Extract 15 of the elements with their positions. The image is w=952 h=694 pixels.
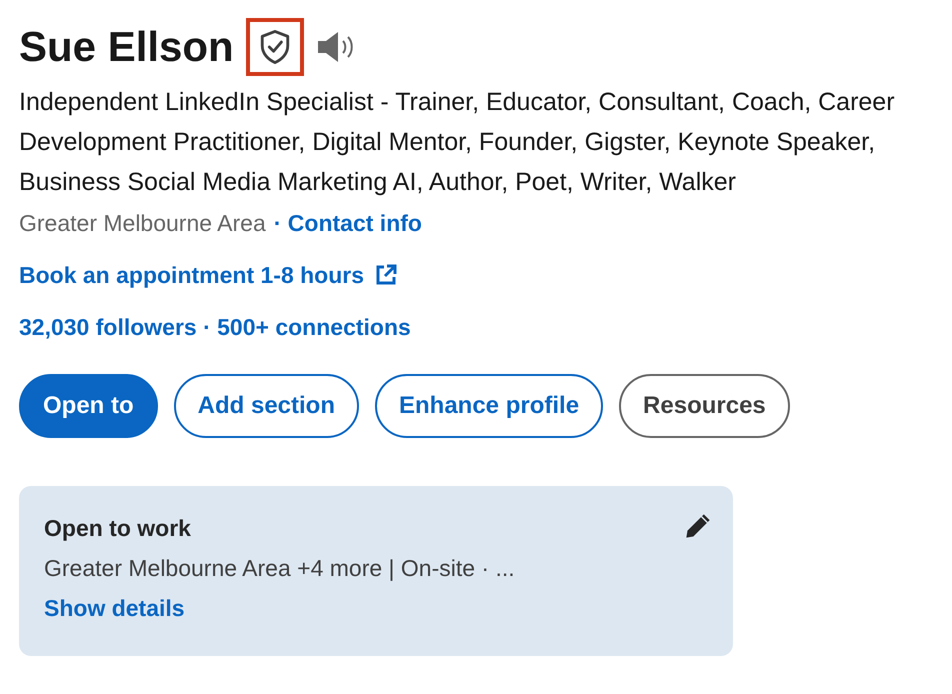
card-summary: Greater Melbourne Area +4 more | On-site · ... [44,554,516,583]
network-stats-link[interactable]: 32,030 followers · 500+ connections [19,310,952,344]
show-details-link[interactable]: Show details [44,592,185,624]
card-title: Open to work [44,514,191,543]
profile-action-button[interactable]: Add section [174,374,359,438]
profile-name: Sue Ellson [19,22,234,72]
external-link-icon [374,263,398,287]
profile-action-button[interactable]: Enhance profile [375,374,604,438]
contact-info-link[interactable]: · Contact info [274,206,422,240]
location-text: Greater Melbourne Area [19,209,266,238]
profile-action-button[interactable]: Open to [19,374,158,438]
profile-headline: Independent LinkedIn Specialist - Trainer, Educator, Consultant, Coach, Career Development Practitioner, Digital Mentor, Founder, Gigster, Keynote Speaker, Business Social Media Marketing AI, Author, Poet, Writer, Walker [19,87,896,198]
profile-action-button[interactable]: Resources [619,374,790,438]
booking-link[interactable]: Book an appointment 1-8 hours [19,258,398,292]
pencil-icon[interactable] [684,512,712,540]
